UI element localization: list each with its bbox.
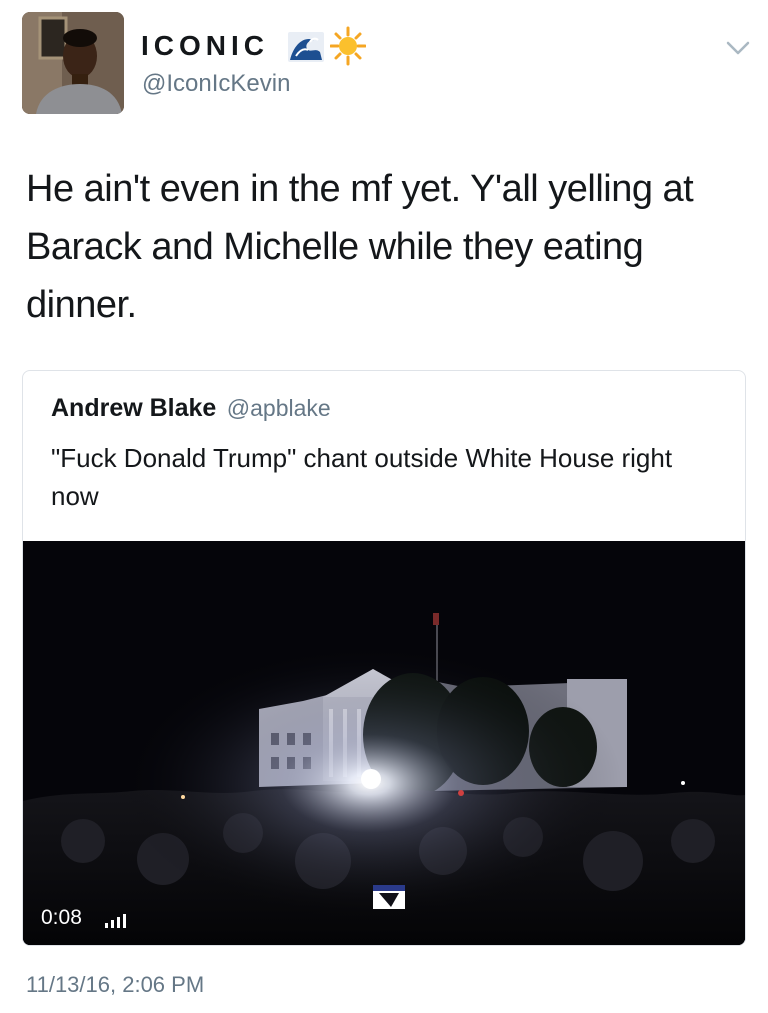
tweet-text: He ain't even in the mf yet. Y'all yelli… (26, 168, 694, 326)
quoted-author-name[interactable]: Andrew Blake (51, 394, 216, 422)
quoted-tweet-text: "Fuck Donald Trump" chant outside White … (51, 443, 673, 511)
wave-emoji-icon (286, 26, 326, 71)
author-handle[interactable]: @IconIcKevin (142, 70, 290, 98)
video-frame-image (23, 541, 745, 945)
volume-bars-icon[interactable] (105, 913, 129, 929)
quoted-author-handle[interactable]: @apblake (227, 395, 331, 421)
author-avatar[interactable] (22, 12, 124, 114)
author-display-name[interactable]: ICONIC (141, 30, 269, 62)
tweet-timestamp[interactable]: 11/13/16, 2:06 PM (26, 972, 204, 998)
quoted-tweet-card[interactable]: Andrew Blake @apblake "Fuck Donald Trump… (22, 370, 746, 946)
video-duration: 0:08 (41, 906, 82, 929)
quoted-video-player[interactable]: 0:08 (23, 541, 745, 945)
sun-emoji-icon (329, 26, 367, 71)
quoted-tweet-header: Andrew Blake @apblake (51, 393, 331, 427)
chevron-down-icon[interactable] (720, 34, 756, 62)
